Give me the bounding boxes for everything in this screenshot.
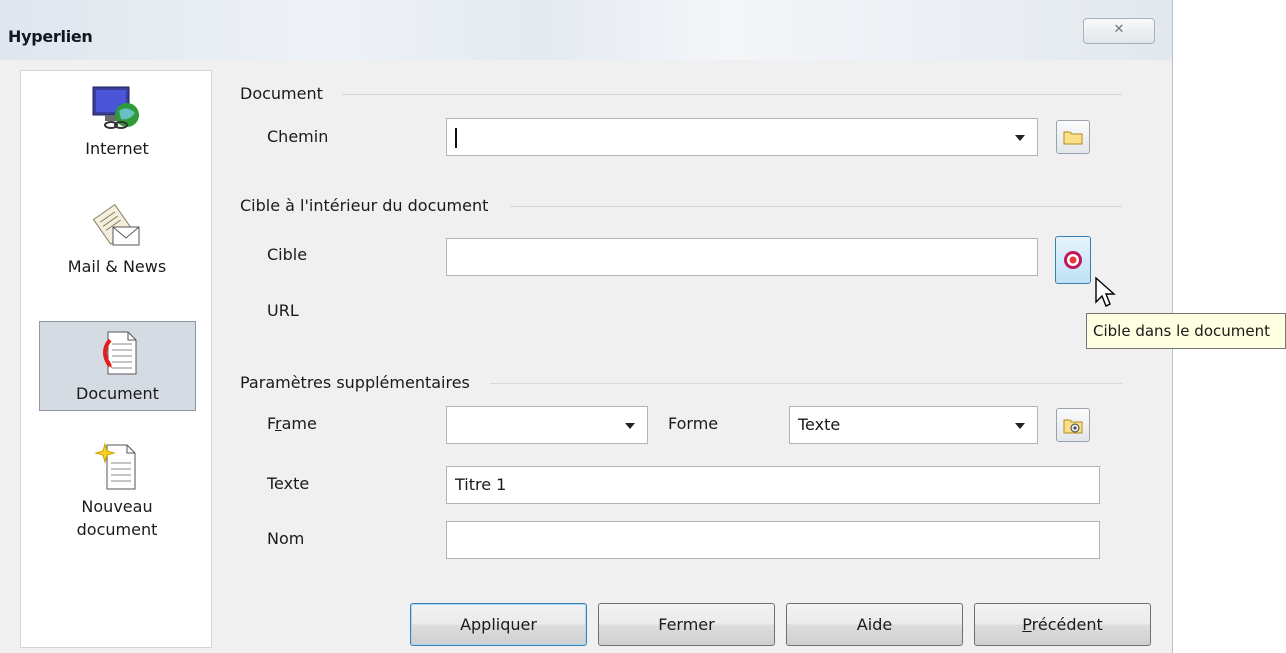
form-value: Texte <box>798 415 841 434</box>
document-section-heading: Document <box>240 84 323 103</box>
target-section-heading: Cible à l'intérieur du document <box>240 196 489 215</box>
form-select[interactable]: Texte <box>789 406 1038 444</box>
new-document-icon <box>94 442 136 490</box>
sidebar-item-label: Internet <box>85 139 149 158</box>
frame-label: Frame <box>267 414 317 433</box>
frame-label-text: ame <box>281 414 317 433</box>
section-divider <box>342 94 1122 95</box>
sidebar-item-label: Nouveau <box>81 497 153 516</box>
chevron-down-icon[interactable] <box>625 423 635 429</box>
internet-globe-icon <box>92 86 139 129</box>
sidebar-item-document[interactable]: Document <box>39 321 196 411</box>
form-label: Forme <box>668 414 719 433</box>
folder-settings-icon <box>1063 419 1083 434</box>
dialog-title: Hyperlien <box>8 27 93 46</box>
folder-icon <box>1063 131 1083 145</box>
previous-button[interactable]: Précédent <box>974 603 1151 646</box>
help-button[interactable]: Aide <box>786 603 963 646</box>
target-label: Cible <box>267 245 308 264</box>
previous-accel: P <box>1022 615 1032 634</box>
target-icon <box>1064 251 1082 269</box>
text-caret <box>455 128 457 148</box>
chevron-down-icon[interactable] <box>1015 423 1025 429</box>
document-icon <box>102 331 136 375</box>
section-divider <box>510 206 1122 207</box>
sidebar-item-label: Mail & News <box>67 257 167 276</box>
previous-label: récédent <box>1031 615 1103 634</box>
hyperlink-dialog: Hyperlien ✕ Internet Mail & News Documen… <box>0 0 1173 653</box>
frame-combobox[interactable] <box>446 406 648 444</box>
sidebar-item-new-document[interactable]: Nouveau document <box>39 439 195 559</box>
text-label: Texte <box>267 474 310 493</box>
sidebar-item-label: Document <box>76 384 159 403</box>
sidebar-item-label: document <box>76 520 158 539</box>
close-window-button[interactable]: ✕ <box>1083 18 1155 44</box>
url-label: URL <box>267 301 299 320</box>
target-input[interactable] <box>446 238 1038 276</box>
text-value: Titre 1 <box>455 475 507 494</box>
close-icon: ✕ <box>1113 22 1125 37</box>
mouse-cursor-icon <box>1095 276 1116 307</box>
sidebar-item-mail-news[interactable]: Mail & News <box>39 199 195 289</box>
apply-button[interactable]: Appliquer <box>410 603 587 646</box>
target-in-document-button[interactable] <box>1055 236 1091 284</box>
tooltip: Cible dans le document <box>1086 313 1286 349</box>
open-file-button[interactable] <box>1056 120 1090 154</box>
sidebar-item-internet[interactable]: Internet <box>39 81 195 171</box>
frame-label-accel: r <box>275 414 282 433</box>
text-input[interactable]: Titre 1 <box>446 466 1100 504</box>
title-bar: Hyperlien ✕ <box>0 0 1172 60</box>
hyperlink-type-sidebar: Internet Mail & News Document Nouveau do… <box>20 70 212 648</box>
section-divider <box>490 383 1122 384</box>
name-label: Nom <box>267 529 305 548</box>
close-button[interactable]: Fermer <box>598 603 775 646</box>
frame-label-text: F <box>267 414 276 433</box>
mail-envelope-icon <box>92 203 140 246</box>
name-input[interactable] <box>446 521 1100 559</box>
path-label: Chemin <box>267 127 329 146</box>
chevron-down-icon[interactable] <box>1015 135 1025 141</box>
path-combobox[interactable] <box>446 118 1038 156</box>
extra-params-heading: Paramètres supplémentaires <box>240 373 470 392</box>
events-button[interactable] <box>1056 408 1090 442</box>
